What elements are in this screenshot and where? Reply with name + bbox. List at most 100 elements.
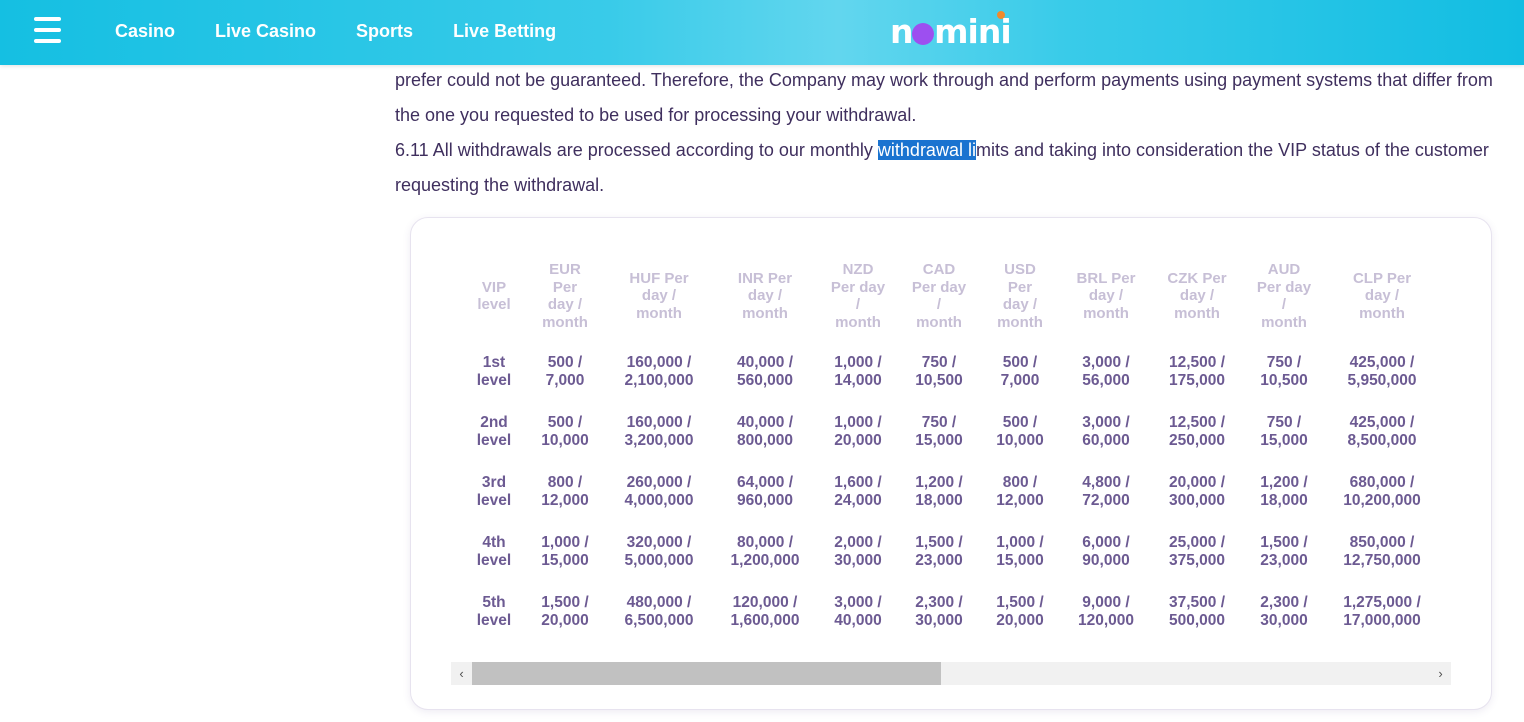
cell-line: 425,000 / [1349,354,1415,371]
cell-line: 175,000 [1168,372,1226,389]
cell-line: 12,500 / [1168,414,1226,431]
cell-line: 1,200,000 [730,552,800,569]
cell-line: 14,000 [834,372,882,389]
limit-cell: 750 /10,500 [891,342,987,402]
column-header-line: level [477,296,511,313]
limit-cell: 1,000 /20,000 [825,402,891,462]
limit-cell: 2,300 /30,000 [891,582,987,642]
column-header-line: month [916,313,962,331]
limit-cell: 1,000 /15,000 [517,522,613,582]
column-header-line: month [1261,313,1307,331]
cell-line: 2,000 / [834,534,882,551]
cell-line: 960,000 [736,492,794,509]
cell-line: 250,000 [1168,432,1226,449]
logo-dot [997,11,1005,19]
cell-line: 300,000 [1168,492,1226,509]
column-header-line: Per day [1256,278,1312,296]
menu-hamburger-icon[interactable] [34,17,62,45]
limit-cell: 12,500 /175,000 [1159,342,1235,402]
limit-cell: 750 /15,000 [1235,402,1333,462]
nav-casino[interactable]: Casino [115,19,175,43]
main-nav: Casino Live Casino Sports Live Betting [115,19,596,43]
cell-line: 5th [482,594,506,611]
limit-cell: 3,000 /56,000 [1053,342,1159,402]
limit-cell: 4,800 /72,000 [1053,462,1159,522]
cell-line: 60,000 [1082,432,1130,449]
cell-line: 6,500,000 [624,612,694,629]
vip-level-cell: 1st level [471,342,517,402]
cell-line: 2,300 / [1260,594,1308,611]
nav-live-betting[interactable]: Live Betting [453,19,556,43]
cell-line: 3,000 / [1082,354,1130,371]
column-header-line: month [835,313,881,331]
terms-content: prefer could not be guaranteed. Therefor… [395,63,1510,203]
column-header: AUD Per day / month [1235,250,1333,342]
nomini-logo-mark: nomini [890,11,1012,51]
limit-cell: 425,000 /5,950,000 [1333,342,1431,402]
cell-line: 500 / [1002,414,1038,431]
horizontal-scrollbar[interactable]: ‹ › [451,662,1451,685]
scroll-right-arrow-icon[interactable]: › [1430,662,1451,685]
cell-line: 1,500 / [1260,534,1308,551]
column-header: CZK Per day / month [1159,250,1235,342]
column-header-line: / [1281,296,1287,313]
nomini-logo[interactable]: nomini [890,10,1012,54]
cell-line: 8,500,000 [1347,432,1417,449]
cell-line: 320,000 / [626,534,692,551]
column-header-line: month [997,313,1043,331]
scrollbar-thumb[interactable] [472,662,941,685]
cell-line: 750 / [921,414,957,431]
limit-cell: 160,000 /2,100,000 [613,342,705,402]
cell-line: 800 / [1002,474,1038,491]
cell-line: 7,000 [1000,372,1040,389]
limit-cell: 500 /10,000 [987,402,1053,462]
cell-line: 4th [482,534,506,551]
limit-cell: 9,000 /120,000 [1053,582,1159,642]
nav-live-casino[interactable]: Live Casino [215,19,316,43]
cell-line: 500 / [1002,354,1038,371]
limit-cell: 80,000 /1,200,000 [705,522,825,582]
cell-line: 160,000 / [626,414,692,431]
cell-line: 680,000 / [1349,474,1415,491]
table-body: 1st level 500 /7,000 160,000 /2,100,000 40,0… [471,342,1431,642]
column-header-line: month [1174,304,1220,322]
limit-cell: 1,600 /24,000 [825,462,891,522]
limit-cell: 1,500 /23,000 [891,522,987,582]
cell-line: 5,000,000 [624,552,694,569]
column-header-line: CZK Per [1167,269,1227,287]
cell-line: 3,000 / [834,594,882,611]
cell-line: 160,000 / [626,354,692,371]
cell-line: 30,000 [915,612,963,629]
table-scroll-area[interactable]: VIP level EUR Per day / month HUF Per day / mont… [471,250,1451,660]
column-header-line: Per [1007,278,1033,296]
cell-line: 500,000 [1168,612,1226,629]
column-header-line: VIP [481,278,507,296]
limit-cell: 260,000 /4,000,000 [613,462,705,522]
column-header-line: month [636,304,682,322]
cell-line: 1,600,000 [730,612,800,629]
cell-line: 30,000 [1260,612,1308,629]
cell-line: 4,800 / [1082,474,1130,491]
cell-line: 260,000 / [626,474,692,491]
column-header-line: day / [1364,287,1400,305]
cell-line: 1,500 / [541,594,589,611]
cell-line: 1,200 / [1260,474,1308,491]
limit-cell: 12,500 /250,000 [1159,402,1235,462]
limit-cell: 425,000 /8,500,000 [1333,402,1431,462]
paragraph-payment-systems: prefer could not be guaranteed. Therefor… [395,70,1493,125]
cell-line: 37,500 / [1168,594,1226,611]
cell-line: 4,000,000 [624,492,694,509]
cell-line: 12,000 [541,492,589,509]
column-header-line: day / [547,296,583,313]
limit-cell: 1,275,000 /17,000,000 [1333,582,1431,642]
column-header-line: CAD [922,261,956,278]
scroll-left-arrow-icon[interactable]: ‹ [451,662,472,685]
cell-line: 12,000 [996,492,1044,509]
nav-sports[interactable]: Sports [356,19,413,43]
cell-line: 120,000 [1077,612,1135,629]
cell-line: 15,000 [1260,432,1308,449]
column-header-line: month [542,313,588,331]
cell-line: 750 / [1266,414,1302,431]
limit-cell: 1,500 /23,000 [1235,522,1333,582]
column-header-line: day / [747,287,783,305]
